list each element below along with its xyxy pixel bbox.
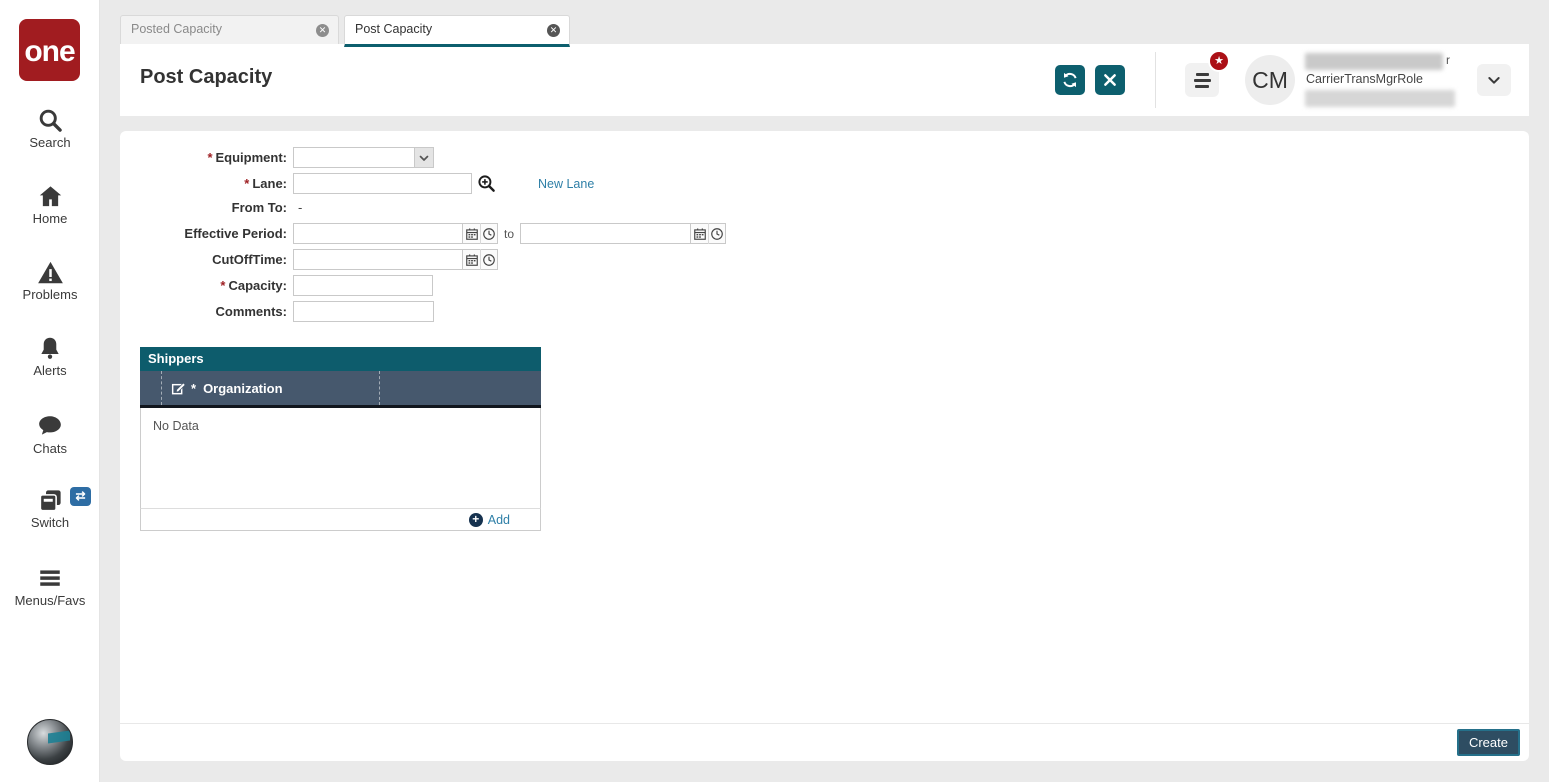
shippers-add-row: + Add	[140, 508, 541, 531]
plus-circle-icon[interactable]: +	[468, 512, 483, 527]
content-card: * Equipment: * Lane: New Lane From To: -…	[120, 131, 1529, 761]
search-icon	[0, 106, 100, 134]
from-to-value: -	[298, 200, 303, 215]
from-to-row: From To: -	[120, 199, 726, 216]
home-icon	[0, 182, 100, 210]
calendar-icon[interactable]	[691, 223, 708, 244]
app-root: one Search Home Problems Alerts Chats Sw…	[0, 0, 1549, 782]
warning-triangle-icon	[0, 258, 100, 286]
sidebar-item-alerts[interactable]: Alerts	[0, 334, 100, 378]
header-divider	[1155, 52, 1156, 108]
sidebar-item-label: Search	[29, 135, 71, 150]
tab-close-icon[interactable]: ✕	[547, 24, 560, 37]
sidebar-item-label: Home	[32, 211, 68, 226]
list-icon	[1195, 72, 1209, 76]
sidebar-item-problems[interactable]: Problems	[0, 258, 100, 302]
post-capacity-form: * Equipment: * Lane: New Lane From To: -…	[120, 147, 727, 327]
refresh-icon	[1063, 72, 1077, 88]
clock-icon[interactable]	[708, 223, 725, 244]
sidebar-item-search[interactable]: Search	[0, 106, 100, 150]
chevron-down-icon[interactable]	[414, 148, 433, 167]
user-role: CarrierTransMgrRole	[1306, 72, 1423, 86]
lane-label: Lane:	[252, 176, 287, 191]
effective-period-end-input[interactable]	[520, 223, 692, 244]
shippers-panel: Shippers * Organization No Data + Add	[140, 347, 541, 531]
shippers-column-header-row: * Organization	[140, 371, 541, 408]
organization-column-header[interactable]: * Organization	[161, 371, 379, 405]
equipment-label: Equipment:	[215, 150, 288, 165]
lane-lookup-icon[interactable]	[477, 174, 496, 193]
one-network-logo[interactable]: one	[19, 19, 80, 81]
required-marker: *	[207, 150, 213, 165]
capacity-row: * Capacity:	[120, 275, 726, 296]
close-icon	[1104, 74, 1116, 86]
add-shipper-link[interactable]: Add	[488, 513, 510, 527]
cutofftime-input[interactable]	[293, 249, 463, 270]
user-name-redacted	[1305, 53, 1443, 70]
chat-bubble-icon	[0, 412, 100, 440]
user-avatar[interactable]: CM	[1245, 55, 1295, 105]
equipment-select-value[interactable]	[294, 148, 414, 167]
comments-input[interactable]	[293, 301, 434, 322]
empty-column-header	[379, 371, 541, 405]
sidebar-item-menus-favs[interactable]: Menus/Favs	[0, 564, 100, 608]
sidebar-item-label: Chats	[33, 441, 67, 456]
shippers-panel-title: Shippers	[140, 347, 541, 371]
switch-badge-icon[interactable]: ⇄	[70, 487, 91, 506]
page-title: Post Capacity	[140, 66, 273, 88]
lane-input[interactable]	[293, 173, 472, 194]
lane-row: * Lane: New Lane	[120, 173, 726, 194]
equipment-select[interactable]	[293, 147, 434, 168]
chevron-down-icon	[1488, 77, 1500, 84]
sidebar-item-label: Switch	[30, 515, 70, 530]
close-page-button[interactable]	[1095, 65, 1125, 95]
user-menu-button[interactable]	[1477, 64, 1511, 96]
user-org-redacted	[1305, 90, 1455, 107]
tab-post-capacity[interactable]: Post Capacity ✕	[344, 15, 570, 47]
page-header: Post Capacity ★ CM r CarrierTransMgrRole	[120, 44, 1529, 116]
sidebar-item-label: Menus/Favs	[14, 593, 86, 608]
capacity-label: Capacity:	[228, 278, 287, 293]
shippers-empty-state: No Data	[140, 408, 541, 508]
sidebar: one Search Home Problems Alerts Chats Sw…	[0, 0, 100, 782]
effective-period-label: Effective Period:	[184, 226, 287, 241]
calendar-icon[interactable]	[463, 223, 480, 244]
equipment-row: * Equipment:	[120, 147, 726, 168]
create-button[interactable]: Create	[1456, 729, 1520, 756]
sidebar-item-home[interactable]: Home	[0, 182, 100, 226]
assistant-avatar-icon[interactable]	[27, 719, 73, 765]
to-label: to	[504, 226, 515, 241]
tab-label: Post Capacity	[355, 22, 433, 36]
edit-icon	[171, 382, 186, 395]
sidebar-item-chats[interactable]: Chats	[0, 412, 100, 456]
card-footer: Create	[120, 723, 1529, 761]
notification-star-badge: ★	[1208, 50, 1230, 72]
new-lane-link[interactable]: New Lane	[538, 177, 594, 191]
effective-period-start-input[interactable]	[293, 223, 463, 244]
refresh-button[interactable]	[1055, 65, 1085, 95]
clock-icon[interactable]	[480, 249, 497, 270]
from-to-label: From To:	[231, 200, 287, 215]
user-name-visible-char: r	[1446, 53, 1450, 67]
capacity-input[interactable]	[293, 275, 433, 296]
tab-posted-capacity[interactable]: Posted Capacity ✕	[120, 15, 339, 44]
sidebar-item-label: Alerts	[33, 363, 67, 378]
comments-row: Comments:	[120, 301, 726, 322]
cutofftime-row: CutOffTime:	[120, 249, 726, 270]
tab-label: Posted Capacity	[131, 22, 223, 36]
sidebar-item-label: Problems	[22, 287, 78, 302]
effective-period-row: Effective Period: to	[120, 223, 727, 244]
clock-icon[interactable]	[480, 223, 497, 244]
hamburger-icon	[0, 564, 100, 592]
calendar-icon[interactable]	[463, 249, 480, 270]
tab-close-icon[interactable]: ✕	[316, 24, 329, 37]
comments-label: Comments:	[215, 304, 287, 319]
bell-icon	[0, 334, 100, 362]
no-data-text: No Data	[153, 419, 199, 433]
cutofftime-label: CutOffTime:	[212, 252, 287, 267]
